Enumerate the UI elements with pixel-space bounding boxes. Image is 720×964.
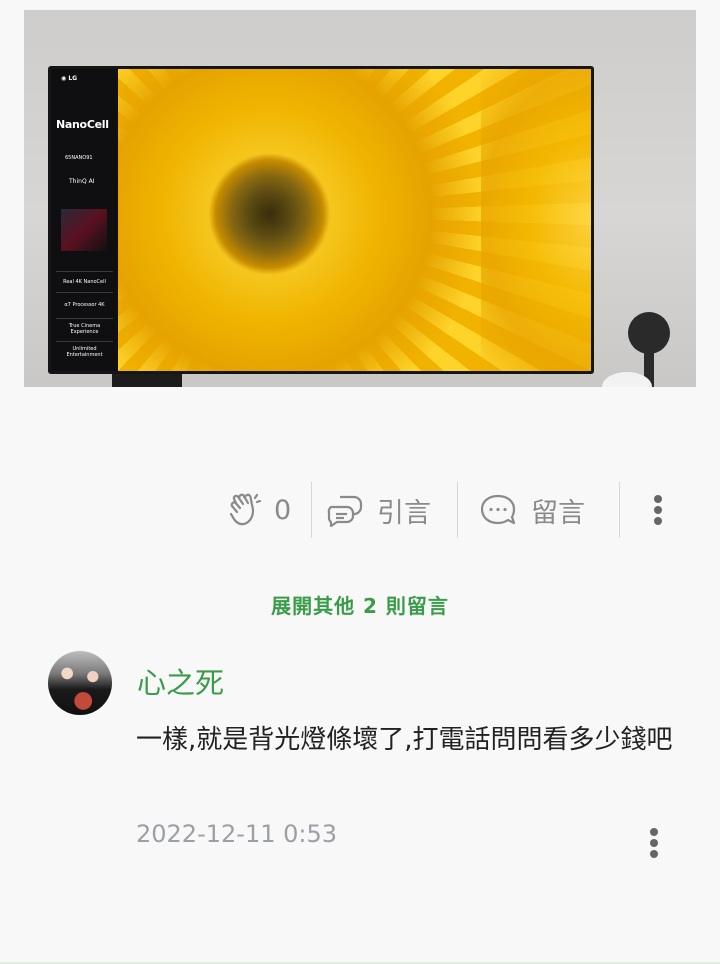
comment-label: 留言: [531, 497, 585, 529]
divider: [56, 341, 113, 342]
comment-icon: [479, 493, 517, 527]
post-photo[interactable]: ◉ LG NanoCell 65NANO91 ThinQ AI Real 4K …: [24, 10, 696, 387]
tv-brand: NanoCell: [56, 118, 109, 131]
tv-feature: Real 4K NanoCell: [63, 279, 106, 285]
tv-frame: ◉ LG NanoCell 65NANO91 ThinQ AI Real 4K …: [48, 66, 594, 374]
tv-promo-thumbnail: [61, 209, 107, 251]
speaker: [628, 312, 670, 354]
tv-cabinet: [112, 372, 182, 387]
divider: [56, 318, 113, 319]
quote-label: 引言: [377, 497, 431, 529]
post-more-button[interactable]: [652, 495, 664, 529]
comment-button[interactable]: 留言: [479, 482, 585, 538]
expand-comments-link[interactable]: 展開其他 2 則留言: [0, 590, 720, 619]
divider: [56, 271, 113, 272]
divider: [56, 292, 113, 293]
divider: [619, 482, 620, 538]
comment-timestamp: 2022-12-11 0:53: [136, 820, 337, 848]
clap-button[interactable]: 0: [228, 482, 291, 538]
clap-count: 0: [274, 494, 292, 526]
more-icon: [648, 828, 660, 858]
tv-screen: ◉ LG NanoCell 65NANO91 ThinQ AI Real 4K …: [51, 69, 591, 371]
divider: [457, 482, 458, 538]
tv-feature: α7 Processor 4K: [64, 302, 105, 308]
divider: [311, 482, 312, 538]
comment-text: 一樣,就是背光燈條壞了,打電話問問看多少錢吧: [136, 725, 673, 755]
tv-feature: True Cinema Experience: [68, 323, 101, 335]
lg-logo: ◉ LG: [61, 75, 78, 82]
comment-more-button[interactable]: [648, 828, 660, 862]
tv-feature: Unlimited Entertainment: [66, 346, 103, 358]
clap-icon: [228, 492, 262, 528]
tv-model: 65NANO91: [65, 155, 93, 161]
quote-icon: [327, 493, 363, 527]
avatar[interactable]: [48, 651, 112, 715]
tv-sidebar: ◉ LG NanoCell 65NANO91 ThinQ AI Real 4K …: [51, 69, 118, 371]
quote-button[interactable]: 引言: [327, 482, 431, 538]
flower-image: [111, 69, 591, 371]
post-action-bar: 0 引言 留言: [0, 482, 720, 538]
comment-author[interactable]: 心之死: [137, 660, 224, 702]
more-icon: [652, 495, 664, 525]
tv-thinq: ThinQ AI: [69, 178, 95, 185]
